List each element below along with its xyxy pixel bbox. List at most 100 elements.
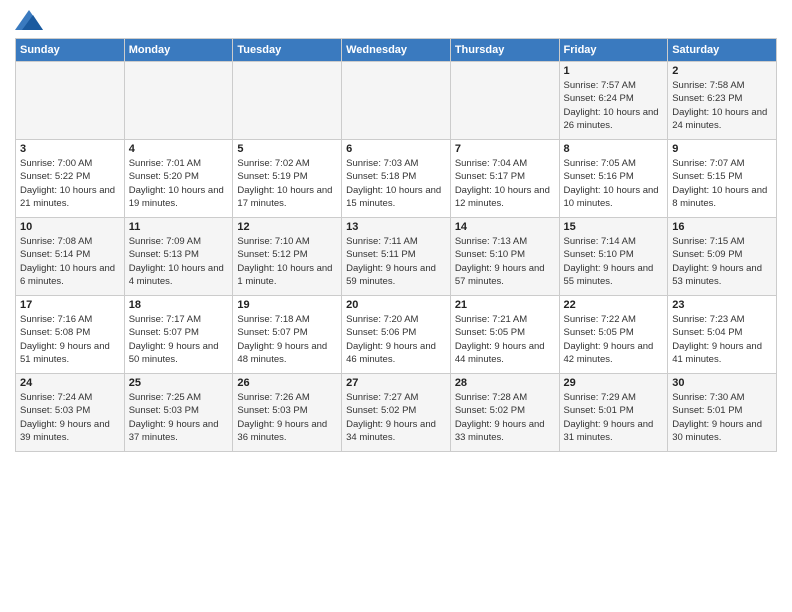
day-info: Sunrise: 7:16 AM Sunset: 5:08 PM Dayligh…	[20, 313, 120, 366]
calendar-cell	[124, 62, 233, 140]
calendar-cell: 10 Sunrise: 7:08 AM Sunset: 5:14 PM Dayli…	[16, 218, 125, 296]
day-number: 10	[20, 221, 120, 233]
calendar-cell: 16 Sunrise: 7:15 AM Sunset: 5:09 PM Dayli…	[668, 218, 777, 296]
day-info: Sunrise: 7:26 AM Sunset: 5:03 PM Dayligh…	[237, 391, 337, 444]
day-info: Sunrise: 7:58 AM Sunset: 6:23 PM Dayligh…	[672, 79, 772, 132]
day-header-thursday: Thursday	[450, 39, 559, 62]
calendar-cell: 20 Sunrise: 7:20 AM Sunset: 5:06 PM Dayli…	[342, 296, 451, 374]
main-container: SundayMondayTuesdayWednesdayThursdayFrid…	[0, 0, 792, 462]
calendar-cell	[16, 62, 125, 140]
day-info: Sunrise: 7:30 AM Sunset: 5:01 PM Dayligh…	[672, 391, 772, 444]
day-info: Sunrise: 7:05 AM Sunset: 5:16 PM Dayligh…	[564, 157, 664, 210]
calendar-cell: 6 Sunrise: 7:03 AM Sunset: 5:18 PM Daylig…	[342, 140, 451, 218]
day-info: Sunrise: 7:01 AM Sunset: 5:20 PM Dayligh…	[129, 157, 229, 210]
day-info: Sunrise: 7:57 AM Sunset: 6:24 PM Dayligh…	[564, 79, 664, 132]
day-info: Sunrise: 7:24 AM Sunset: 5:03 PM Dayligh…	[20, 391, 120, 444]
calendar-cell	[342, 62, 451, 140]
day-info: Sunrise: 7:03 AM Sunset: 5:18 PM Dayligh…	[346, 157, 446, 210]
day-info: Sunrise: 7:22 AM Sunset: 5:05 PM Dayligh…	[564, 313, 664, 366]
calendar-cell: 19 Sunrise: 7:18 AM Sunset: 5:07 PM Dayli…	[233, 296, 342, 374]
header	[15, 10, 777, 30]
day-info: Sunrise: 7:29 AM Sunset: 5:01 PM Dayligh…	[564, 391, 664, 444]
day-info: Sunrise: 7:14 AM Sunset: 5:10 PM Dayligh…	[564, 235, 664, 288]
day-number: 24	[20, 377, 120, 389]
day-number: 11	[129, 221, 229, 233]
calendar-cell: 29 Sunrise: 7:29 AM Sunset: 5:01 PM Dayli…	[559, 374, 668, 452]
day-number: 27	[346, 377, 446, 389]
day-number: 5	[237, 143, 337, 155]
day-info: Sunrise: 7:21 AM Sunset: 5:05 PM Dayligh…	[455, 313, 555, 366]
calendar-cell: 27 Sunrise: 7:27 AM Sunset: 5:02 PM Dayli…	[342, 374, 451, 452]
day-number: 18	[129, 299, 229, 311]
day-number: 6	[346, 143, 446, 155]
day-header-friday: Friday	[559, 39, 668, 62]
day-info: Sunrise: 7:25 AM Sunset: 5:03 PM Dayligh…	[129, 391, 229, 444]
day-info: Sunrise: 7:00 AM Sunset: 5:22 PM Dayligh…	[20, 157, 120, 210]
calendar-cell	[233, 62, 342, 140]
calendar-cell: 22 Sunrise: 7:22 AM Sunset: 5:05 PM Dayli…	[559, 296, 668, 374]
calendar-cell: 3 Sunrise: 7:00 AM Sunset: 5:22 PM Daylig…	[16, 140, 125, 218]
day-number: 22	[564, 299, 664, 311]
calendar-week-row: 17Sunrise: 7:16 AM Sunset: 5:08 PM Dayli…	[16, 296, 777, 374]
day-number: 14	[455, 221, 555, 233]
day-number: 4	[129, 143, 229, 155]
day-info: Sunrise: 7:17 AM Sunset: 5:07 PM Dayligh…	[129, 313, 229, 366]
calendar-cell: 15 Sunrise: 7:14 AM Sunset: 5:10 PM Dayli…	[559, 218, 668, 296]
calendar-cell: 1 Sunrise: 7:57 AM Sunset: 6:24 PM Daylig…	[559, 62, 668, 140]
calendar-cell: 23 Sunrise: 7:23 AM Sunset: 5:04 PM Dayli…	[668, 296, 777, 374]
day-number: 13	[346, 221, 446, 233]
calendar-cell: 14 Sunrise: 7:13 AM Sunset: 5:10 PM Dayli…	[450, 218, 559, 296]
calendar-cell: 8 Sunrise: 7:05 AM Sunset: 5:16 PM Daylig…	[559, 140, 668, 218]
day-number: 20	[346, 299, 446, 311]
calendar-body: 1 Sunrise: 7:57 AM Sunset: 6:24 PM Daylig…	[16, 62, 777, 452]
calendar-cell: 7Sunrise: 7:04 AM Sunset: 5:17 PM Daylig…	[450, 140, 559, 218]
day-number: 21	[455, 299, 555, 311]
day-info: Sunrise: 7:20 AM Sunset: 5:06 PM Dayligh…	[346, 313, 446, 366]
day-number: 7	[455, 143, 555, 155]
day-info: Sunrise: 7:10 AM Sunset: 5:12 PM Dayligh…	[237, 235, 337, 288]
calendar-cell: 25 Sunrise: 7:25 AM Sunset: 5:03 PM Dayli…	[124, 374, 233, 452]
day-number: 25	[129, 377, 229, 389]
logo-icon	[15, 10, 43, 30]
day-header-wednesday: Wednesday	[342, 39, 451, 62]
calendar-cell: 26 Sunrise: 7:26 AM Sunset: 5:03 PM Dayli…	[233, 374, 342, 452]
day-number: 30	[672, 377, 772, 389]
day-number: 26	[237, 377, 337, 389]
day-info: Sunrise: 7:02 AM Sunset: 5:19 PM Dayligh…	[237, 157, 337, 210]
calendar-cell: 17Sunrise: 7:16 AM Sunset: 5:08 PM Dayli…	[16, 296, 125, 374]
calendar-cell	[450, 62, 559, 140]
day-number: 29	[564, 377, 664, 389]
day-number: 1	[564, 65, 664, 77]
calendar-week-row: 10 Sunrise: 7:08 AM Sunset: 5:14 PM Dayli…	[16, 218, 777, 296]
day-info: Sunrise: 7:13 AM Sunset: 5:10 PM Dayligh…	[455, 235, 555, 288]
day-number: 19	[237, 299, 337, 311]
day-info: Sunrise: 7:15 AM Sunset: 5:09 PM Dayligh…	[672, 235, 772, 288]
calendar-header-row: SundayMondayTuesdayWednesdayThursdayFrid…	[16, 39, 777, 62]
day-header-sunday: Sunday	[16, 39, 125, 62]
calendar-cell: 13 Sunrise: 7:11 AM Sunset: 5:11 PM Dayli…	[342, 218, 451, 296]
day-number: 23	[672, 299, 772, 311]
day-info: Sunrise: 7:08 AM Sunset: 5:14 PM Dayligh…	[20, 235, 120, 288]
calendar-cell: 21 Sunrise: 7:21 AM Sunset: 5:05 PM Dayli…	[450, 296, 559, 374]
calendar-cell: 24 Sunrise: 7:24 AM Sunset: 5:03 PM Dayli…	[16, 374, 125, 452]
day-number: 16	[672, 221, 772, 233]
calendar-cell: 28Sunrise: 7:28 AM Sunset: 5:02 PM Dayli…	[450, 374, 559, 452]
day-number: 2	[672, 65, 772, 77]
day-header-saturday: Saturday	[668, 39, 777, 62]
day-info: Sunrise: 7:18 AM Sunset: 5:07 PM Dayligh…	[237, 313, 337, 366]
calendar-cell: 18 Sunrise: 7:17 AM Sunset: 5:07 PM Dayli…	[124, 296, 233, 374]
day-header-tuesday: Tuesday	[233, 39, 342, 62]
day-number: 8	[564, 143, 664, 155]
calendar-cell: 5 Sunrise: 7:02 AM Sunset: 5:19 PM Daylig…	[233, 140, 342, 218]
day-info: Sunrise: 7:28 AM Sunset: 5:02 PM Dayligh…	[455, 391, 555, 444]
day-info: Sunrise: 7:27 AM Sunset: 5:02 PM Dayligh…	[346, 391, 446, 444]
day-info: Sunrise: 7:11 AM Sunset: 5:11 PM Dayligh…	[346, 235, 446, 288]
calendar-cell: 11Sunrise: 7:09 AM Sunset: 5:13 PM Dayli…	[124, 218, 233, 296]
calendar-cell: 12Sunrise: 7:10 AM Sunset: 5:12 PM Dayli…	[233, 218, 342, 296]
day-header-monday: Monday	[124, 39, 233, 62]
day-info: Sunrise: 7:23 AM Sunset: 5:04 PM Dayligh…	[672, 313, 772, 366]
calendar-cell: 9Sunrise: 7:07 AM Sunset: 5:15 PM Daylig…	[668, 140, 777, 218]
logo	[15, 10, 47, 30]
day-number: 3	[20, 143, 120, 155]
day-number: 15	[564, 221, 664, 233]
